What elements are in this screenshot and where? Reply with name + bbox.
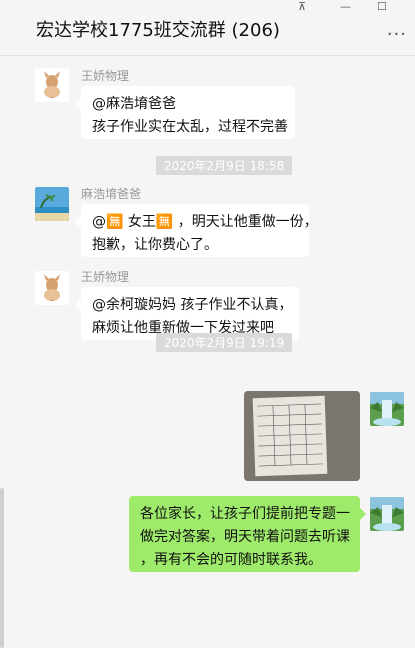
timestamp: 2020年2月9日 19:19 xyxy=(156,333,293,352)
avatar[interactable] xyxy=(35,187,69,221)
message-bubble[interactable]: @麻浩堉爸爸 孩子作业实在太乱，过程不完善 xyxy=(75,86,295,139)
maximize-icon[interactable]: ☐ xyxy=(377,0,387,13)
message-bubble[interactable]: @🈚 女王🈚 ，明天让他重做一份， 抱歉，让你费心了。 xyxy=(75,204,318,257)
svg-text:~: ~ xyxy=(50,95,53,100)
avatar[interactable]: ~ xyxy=(35,68,69,102)
image-message[interactable] xyxy=(244,391,360,481)
worksheet-photo xyxy=(244,391,360,481)
message-text: 做完对答案，明天带着问题去听课 xyxy=(140,529,350,545)
sender-name: 王娇物理 xyxy=(81,270,130,284)
chat-title: 宏达学校1775班交流群 (206) xyxy=(36,20,280,41)
message-text: @麻浩堉爸爸 xyxy=(92,96,176,112)
avatar[interactable]: ~ xyxy=(35,271,69,305)
message-text: 各位家长，让孩子们提前把专题一 xyxy=(140,506,350,522)
more-options-button[interactable]: ··· xyxy=(387,24,407,45)
pin-icon[interactable]: ⊼ xyxy=(298,0,306,13)
svg-text:~: ~ xyxy=(50,298,53,303)
message-bubble[interactable]: 各位家长，让孩子们提前把专题一 做完对答案，明天带着问题去听课 ，再有不会的可随… xyxy=(129,496,366,572)
avatar[interactable] xyxy=(370,497,404,531)
message-text: ，再有不会的可随时联系我。 xyxy=(140,552,322,568)
message-list[interactable]: ~ 王娇物理 @麻浩堉爸爸 孩子作业实在太乱，过程不完善 2020年2月9日 1… xyxy=(0,56,415,648)
avatar[interactable] xyxy=(370,392,404,426)
chat-header: ⊼ — ☐ 宏达学校1775班交流群 (206) ··· xyxy=(0,0,415,56)
message-text: @余柯璇妈妈 孩子作业不认真， xyxy=(92,297,293,313)
message-text: @🈚 女王🈚 ，明天让他重做一份， xyxy=(92,214,318,230)
avatar-image: ~ xyxy=(35,271,69,305)
sender-name: 麻浩堉爸爸 xyxy=(81,187,142,201)
message-text: 抱歉，让你费心了。 xyxy=(92,237,218,253)
avatar-image xyxy=(35,187,69,221)
timestamp: 2020年2月9日 18:58 xyxy=(156,156,293,175)
scrollbar[interactable] xyxy=(0,488,4,648)
message-text: 孩子作业实在太乱，过程不完善 xyxy=(92,119,288,135)
avatar-image xyxy=(370,497,404,531)
sender-name: 王娇物理 xyxy=(81,69,130,83)
minimize-icon[interactable]: — xyxy=(340,0,351,13)
avatar-image xyxy=(370,392,404,426)
avatar-image: ~ xyxy=(35,68,69,102)
